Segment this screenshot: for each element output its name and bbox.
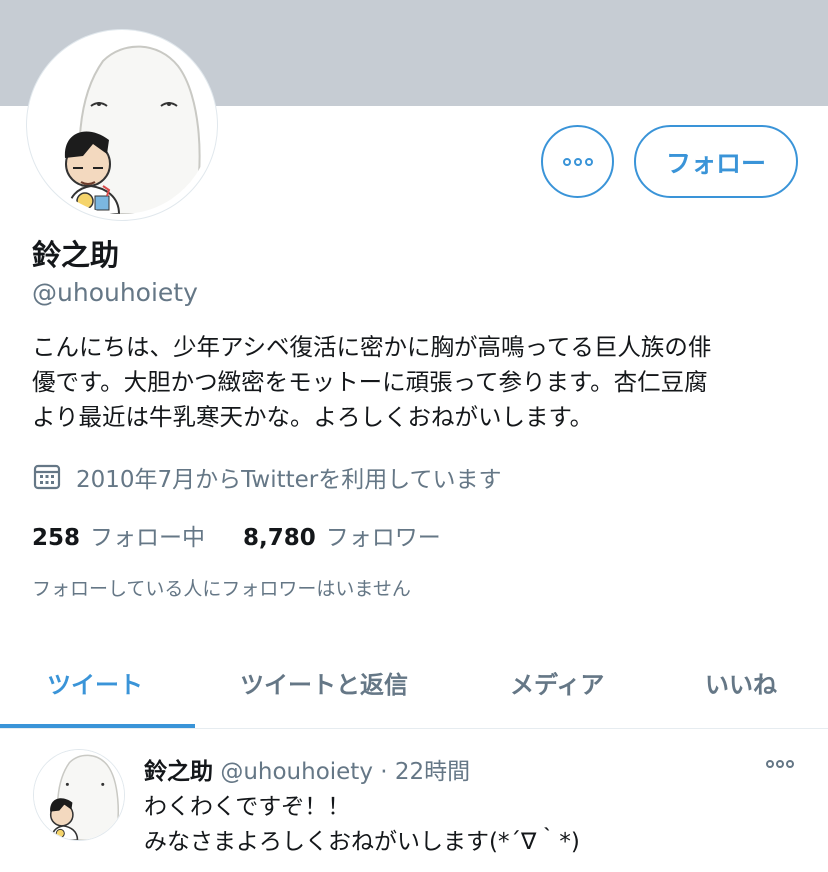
tweet-separator: · bbox=[380, 759, 388, 785]
profile-tabs: ツイート ツイートと返信 メディア いいね bbox=[0, 655, 828, 729]
bio-line: こんにちは、少年アシベ復活に密かに胸が高鳴ってる巨人族の俳 bbox=[32, 333, 712, 361]
tweet-author-handle[interactable]: @uhouhoiety bbox=[220, 759, 373, 785]
followers-label: フォロワー bbox=[325, 525, 441, 551]
tab-media[interactable]: メディア bbox=[510, 665, 604, 700]
active-tab-indicator bbox=[0, 724, 195, 728]
followers-link[interactable]: 8,780 フォロワー bbox=[243, 518, 441, 552]
tab-tweets-and-replies[interactable]: ツイートと返信 bbox=[240, 665, 408, 700]
avatar-illustration bbox=[33, 36, 211, 214]
following-link[interactable]: 258 フォロー中 bbox=[32, 518, 205, 552]
bio-line: 優です。大胆かつ緻密をモットーに頑張って参ります。杏仁豆腐 bbox=[32, 368, 708, 396]
tweet-author-name[interactable]: 鈴之助 bbox=[144, 759, 213, 785]
profile-avatar[interactable] bbox=[27, 30, 217, 220]
profile-handle: @uhouhoiety bbox=[32, 278, 198, 307]
profile-name: 鈴之助 bbox=[32, 238, 120, 272]
tab-tweets[interactable]: ツイート bbox=[47, 665, 143, 700]
joined-text: 2010年7月からTwitterを利用しています bbox=[76, 467, 502, 493]
profile-stats: 258 フォロー中 8,780 フォロワー bbox=[32, 518, 479, 552]
tab-likes[interactable]: いいね bbox=[705, 665, 777, 700]
tweet-more-icon[interactable] bbox=[766, 760, 794, 768]
following-count: 258 bbox=[32, 525, 81, 551]
profile-bio: こんにちは、少年アシベ復活に密かに胸が高鳴ってる巨人族の俳 優です。大胆かつ緻密… bbox=[32, 330, 802, 435]
tweet-timestamp[interactable]: 22時間 bbox=[395, 759, 470, 785]
followers-you-know: フォローしている人にフォロワーはいません bbox=[32, 578, 411, 600]
following-label: フォロー中 bbox=[90, 525, 206, 551]
joined-date: 2010年7月からTwitterを利用しています bbox=[32, 460, 502, 494]
more-horizontal-icon bbox=[562, 157, 593, 166]
tweet-header: 鈴之助 @uhouhoiety · 22時間 bbox=[144, 752, 470, 786]
calendar-icon bbox=[33, 464, 61, 490]
tweet-line: みなさまよろしくおねがいします(*´∇｀*) bbox=[144, 829, 580, 855]
more-button[interactable] bbox=[541, 125, 614, 198]
bio-line: より最近は牛乳寒天かな。よろしくおねがいします。 bbox=[32, 403, 594, 431]
followers-count: 8,780 bbox=[243, 525, 316, 551]
avatar-illustration bbox=[34, 750, 124, 840]
tweet-text: わくわくですぞ！！ みなさまよろしくおねがいします(*´∇｀*) bbox=[144, 790, 580, 860]
tweet-avatar[interactable] bbox=[34, 750, 124, 840]
tweet-line: わくわくですぞ！！ bbox=[144, 794, 351, 820]
follow-button[interactable]: フォロー bbox=[634, 125, 798, 198]
